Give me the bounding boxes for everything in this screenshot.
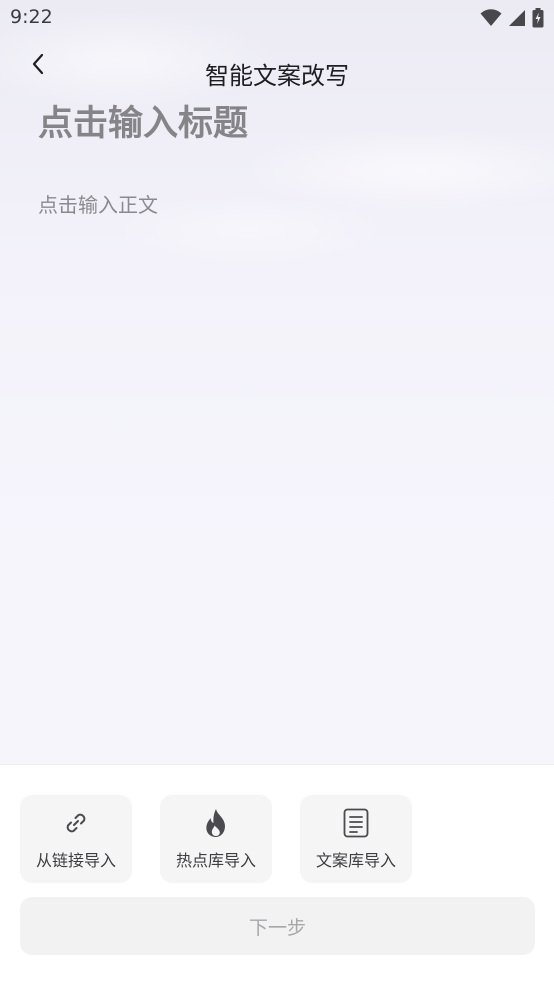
link-icon <box>61 808 91 838</box>
import-from-hotspot-button[interactable]: 热点库导入 <box>160 795 272 883</box>
wifi-icon <box>480 9 502 31</box>
app-screen: 9:22 智能文案改写 点击输入标题 点击输入正文 从链接导入 热点库导入 文案… <box>0 0 554 985</box>
import-from-link-button[interactable]: 从链接导入 <box>20 795 132 883</box>
cellular-signal-icon <box>508 9 526 31</box>
page-title: 智能文案改写 <box>205 62 349 90</box>
body-input[interactable]: 点击输入正文 <box>38 190 518 730</box>
bottom-panel: 从链接导入 热点库导入 文案库导入 下一步 <box>0 764 554 985</box>
document-icon <box>341 808 371 838</box>
import-options: 从链接导入 热点库导入 文案库导入 <box>20 795 412 883</box>
import-from-library-button[interactable]: 文案库导入 <box>300 795 412 883</box>
import-from-library-label: 文案库导入 <box>315 851 396 870</box>
import-from-link-label: 从链接导入 <box>35 851 116 870</box>
title-input[interactable]: 点击输入标题 <box>38 100 518 148</box>
battery-charging-icon <box>532 8 544 32</box>
next-step-button[interactable]: 下一步 <box>20 897 535 955</box>
status-icons <box>480 8 544 32</box>
import-from-hotspot-label: 热点库导入 <box>175 851 256 870</box>
status-bar: 9:22 <box>0 0 554 38</box>
flame-icon <box>201 808 231 838</box>
status-time: 9:22 <box>10 6 53 28</box>
